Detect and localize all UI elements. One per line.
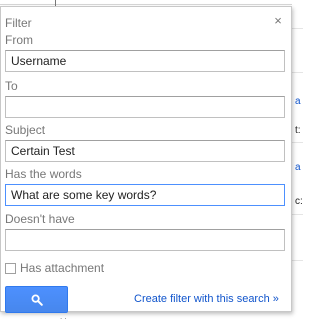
background-fragment: a: [295, 162, 301, 173]
background-page-strip: a t: a c:: [292, 0, 303, 320]
divider: [292, 260, 303, 261]
filter-dialog: Filter × From To Subject Has the words D…: [0, 6, 292, 313]
close-icon: ×: [274, 13, 282, 28]
divider: [292, 72, 303, 73]
dialog-title: Filter: [5, 16, 32, 30]
has-words-field[interactable]: [5, 184, 285, 206]
doesnt-have-field[interactable]: [5, 229, 285, 251]
background-fragment: a: [295, 96, 301, 107]
to-label: To: [5, 79, 18, 93]
subject-label: Subject: [5, 123, 46, 137]
has-words-label: Has the words: [5, 167, 82, 181]
page-top-divider: [0, 4, 303, 5]
from-label: From: [5, 33, 33, 47]
background-fragment: t:: [295, 125, 301, 136]
from-field[interactable]: [5, 50, 285, 72]
screen: a t: a c: Filter × From To Subject Has t…: [0, 0, 303, 320]
search-button[interactable]: [5, 286, 68, 313]
has-attachment-row: Has attachment: [5, 261, 104, 275]
create-filter-link[interactable]: Create filter with this search »: [134, 293, 279, 306]
has-attachment-label: Has attachment: [20, 261, 105, 275]
background-fragment-bottom: ..: [60, 312, 69, 320]
close-button[interactable]: ×: [272, 13, 284, 28]
divider: [292, 214, 303, 215]
subject-field[interactable]: [5, 140, 285, 162]
has-attachment-checkbox[interactable]: [5, 262, 16, 274]
search-icon: [30, 293, 43, 306]
to-field[interactable]: [5, 96, 285, 118]
divider: [292, 28, 303, 29]
doesnt-have-label: Doesn't have: [5, 212, 75, 226]
background-fragment: c:: [295, 196, 303, 207]
divider: [292, 142, 303, 143]
